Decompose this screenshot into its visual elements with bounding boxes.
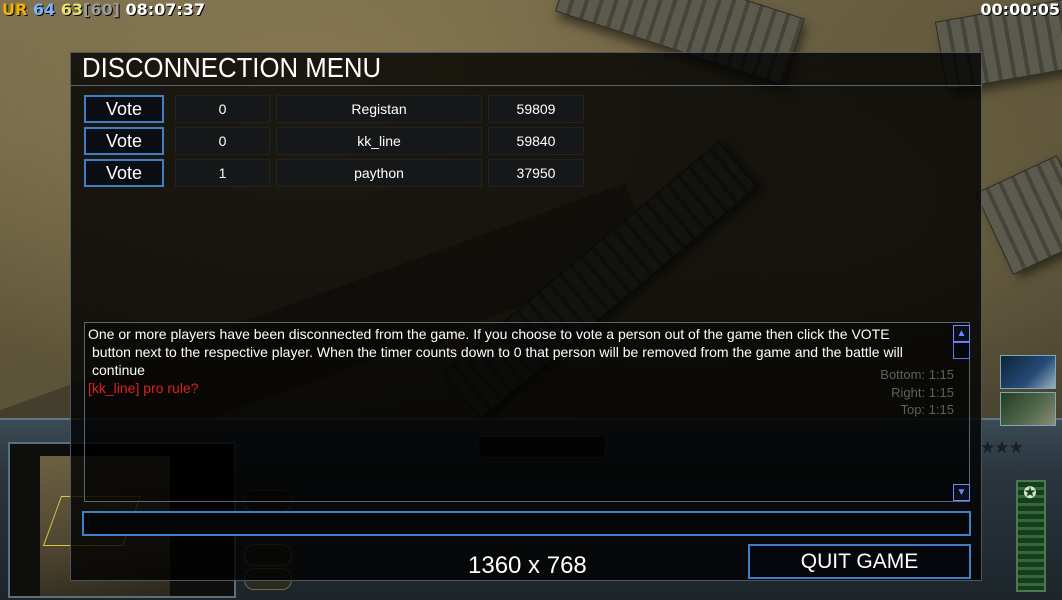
game-timer: 00:00:05 bbox=[980, 0, 1060, 19]
chat-messages: One or more players have been disconnect… bbox=[88, 325, 952, 397]
satellite-unit-icon[interactable] bbox=[1000, 355, 1056, 389]
quit-game-button[interactable]: QUIT GAME bbox=[748, 544, 971, 579]
player-timeout: 59840 bbox=[488, 127, 584, 155]
fps-average: 63 bbox=[60, 0, 83, 19]
player-chat-message: [kk_line] pro rule? bbox=[88, 380, 199, 396]
star-icon: ✪ bbox=[1023, 485, 1037, 502]
building-unit-icon[interactable] bbox=[1000, 392, 1056, 426]
chat-input[interactable] bbox=[82, 511, 971, 536]
fps-clock-overlay: UR 64 63[60] 08:07:37 bbox=[2, 0, 205, 20]
player-name: paython bbox=[276, 159, 482, 187]
title-divider bbox=[70, 85, 982, 86]
resolution-label: 1360 x 768 bbox=[468, 552, 587, 579]
player-timeout: 37950 bbox=[488, 159, 584, 187]
player-name: Registan bbox=[276, 95, 482, 123]
scroll-up-icon[interactable]: ▲ bbox=[953, 325, 970, 342]
rank-star-icon: ★★★ bbox=[980, 438, 1024, 457]
fps-current: 64 bbox=[32, 0, 56, 19]
player-name: kk_line bbox=[276, 127, 482, 155]
system-clock: 08:07:37 bbox=[125, 0, 206, 19]
dialog-title: DISCONNECTION MENU bbox=[82, 52, 382, 83]
vote-button[interactable]: Vote bbox=[84, 159, 164, 187]
fps-cap: [60] bbox=[83, 0, 120, 19]
system-message-line: One or more players have been disconnect… bbox=[88, 326, 890, 342]
system-message-line: continue bbox=[92, 362, 145, 378]
scroll-down-icon[interactable]: ▼ bbox=[953, 484, 970, 501]
building-wall bbox=[975, 155, 1062, 275]
player-timeout: 59809 bbox=[488, 95, 584, 123]
vote-button[interactable]: Vote bbox=[84, 95, 164, 123]
scrollbar-thumb[interactable] bbox=[953, 342, 970, 359]
system-message-line: button next to the respective player. Wh… bbox=[92, 344, 903, 360]
vote-count: 0 bbox=[175, 95, 270, 123]
vote-button[interactable]: Vote bbox=[84, 127, 164, 155]
ur-label: UR bbox=[2, 0, 28, 19]
timer-label-top: Top: 1:15 bbox=[900, 402, 955, 417]
vote-count: 0 bbox=[175, 127, 270, 155]
vote-count: 1 bbox=[175, 159, 270, 187]
